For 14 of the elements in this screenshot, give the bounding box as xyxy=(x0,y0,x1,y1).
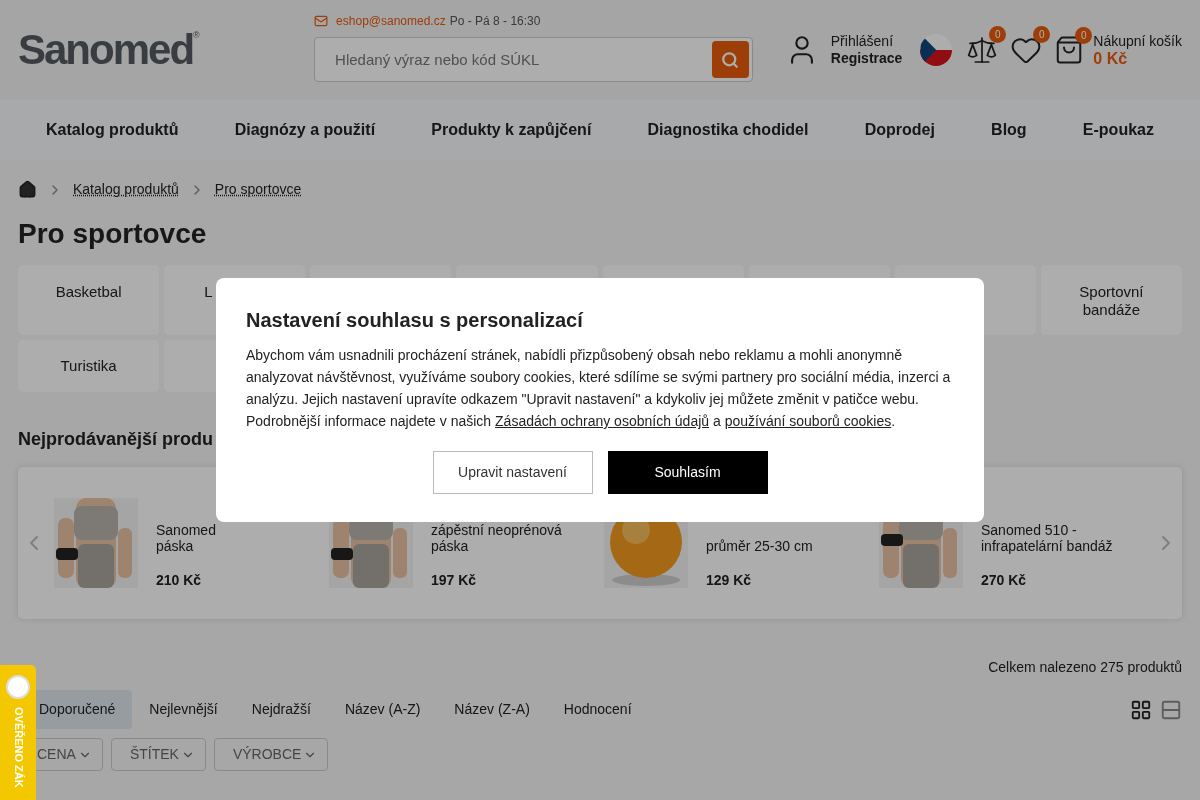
results-count: Celkem nalezeno 275 produktů xyxy=(988,658,1182,677)
count-badge: 0 xyxy=(1033,26,1051,43)
page-title: Pro sportovce xyxy=(17,217,208,251)
consent-text: Abychom vám usnadnili procházení stránek, nabídli přizpůsobený obsah nebo reklamu a mohli anonymně analyzovat návštěvnost, využíváme soubory cookies, které sdílíme se svými partnery pro sociální média, inzerci a analýzu. Jejich nastavení upravíte odkazem "Upravit nastavení" a kdykoliv jej můžete změnit v patičce webu. Podrobnější informace najdete v našich Zásadách ochrany osobních údajů a používání souborů cookies. xyxy=(246,346,952,431)
product-price: 197 Kč xyxy=(431,572,478,588)
product-price: 129 Kč xyxy=(706,572,753,588)
dialog-title: Nastavení souhlasu s personalizací xyxy=(246,308,585,332)
cart-total: 0 Kč xyxy=(1093,50,1129,68)
product-price: 270 Kč xyxy=(981,572,1028,588)
product-price: 210 Kč xyxy=(156,572,203,588)
count-badge: 0 xyxy=(989,26,1007,43)
opening-hours: Po - Pá 8 - 16:30 xyxy=(449,13,541,30)
section-title: Nejprodávanější produ xyxy=(18,428,214,451)
count-badge: 0 xyxy=(1075,27,1093,44)
